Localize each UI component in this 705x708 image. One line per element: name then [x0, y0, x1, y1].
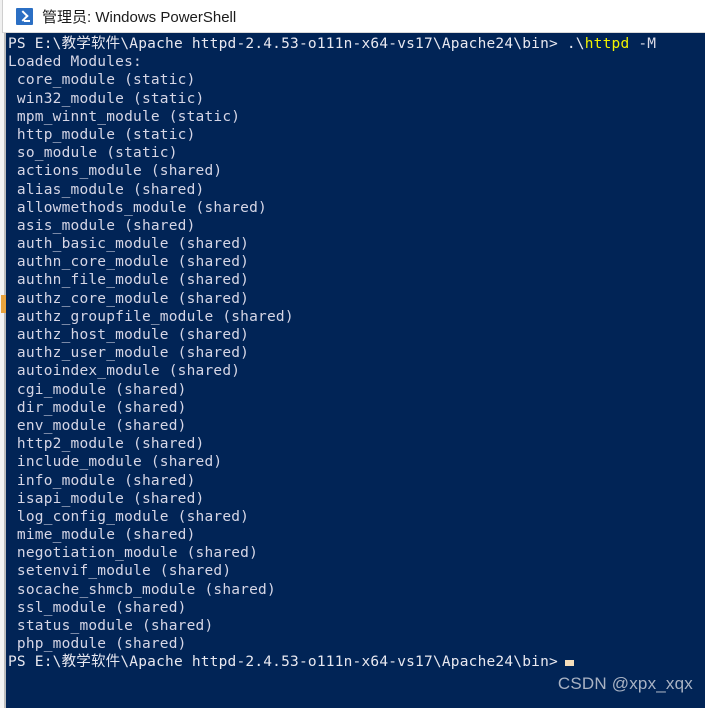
final-prompt-line: PS E:\教学软件\Apache httpd-2.4.53-o111n-x64… — [6, 653, 656, 671]
module-list-item: status_module (shared) — [8, 618, 214, 634]
powershell-window: 管理员: Windows PowerShell PS E:\教学软件\Apach… — [0, 0, 705, 708]
module-list-item: include_module (shared) — [8, 454, 223, 471]
module-list-item: authz_host_module (shared) — [8, 327, 250, 343]
module-list-item: setenvif_module (shared) — [8, 563, 232, 580]
module-list-item: autoindex_module (shared) — [8, 363, 241, 380]
module-list-item: info_module (shared) — [8, 472, 196, 489]
module-list-item: authn_core_module (shared) — [8, 254, 250, 271]
module-list: core_module (static) win32_module (stati… — [6, 71, 656, 653]
module-list-item: env_module (shared) — [8, 417, 187, 434]
command-name: httpd — [584, 36, 630, 52]
command-args: -M — [638, 36, 657, 52]
module-list-item: asis_module (shared) — [8, 217, 196, 234]
console-text: PS E:\教学软件\Apache httpd-2.4.53-o111n-x64… — [6, 33, 656, 672]
csdn-watermark: CSDN @xpx_xqx — [557, 674, 693, 693]
module-list-item: win32_module (static) — [8, 90, 205, 107]
module-list-item: cgi_module (shared) — [8, 381, 187, 398]
module-list-item: allowmethods_module (shared) — [8, 199, 267, 216]
module-list-item: alias_module (shared) — [8, 181, 205, 198]
final-prompt-path: PS E:\教学软件\Apache httpd-2.4.53-o111n-x64… — [8, 654, 558, 671]
module-list-item: log_config_module (shared) — [8, 508, 250, 525]
module-list-item: core_module (static) — [8, 72, 196, 89]
module-list-item: mpm_winnt_module (static) — [8, 108, 241, 125]
titlebar-left-edge — [0, 0, 3, 33]
module-list-item: isapi_module (shared) — [8, 490, 205, 507]
module-list-item: so_module (static) — [8, 145, 178, 162]
module-list-item: auth_basic_module (shared) — [8, 236, 250, 253]
module-list-item: actions_module (shared) — [8, 163, 223, 180]
output-header: Loaded Modules: — [8, 54, 142, 71]
module-list-item: authn_file_module (shared) — [8, 272, 250, 289]
block-cursor-icon — [564, 660, 574, 667]
module-list-item: negotiation_module (shared) — [8, 545, 259, 562]
prompt-path: PS E:\教学软件\Apache httpd-2.4.53-o111n-x64… — [8, 36, 558, 52]
module-list-item: authz_user_module (shared) — [8, 345, 250, 362]
command-prompt-line: PS E:\教学软件\Apache httpd-2.4.53-o111n-x64… — [6, 35, 656, 53]
module-list-item: php_module (shared) — [8, 636, 187, 653]
module-list-item: socache_shmcb_module (shared) — [8, 581, 276, 598]
command-prefix: .\ — [566, 36, 585, 52]
module-list-item: authz_core_module (shared) — [8, 290, 250, 307]
window-title: 管理员: Windows PowerShell — [42, 8, 237, 26]
console-output-area[interactable]: PS E:\教学软件\Apache httpd-2.4.53-o111n-x64… — [6, 33, 705, 708]
powershell-icon — [16, 7, 33, 25]
title-bar[interactable]: 管理员: Windows PowerShell — [0, 0, 705, 33]
module-list-item: authz_groupfile_module (shared) — [8, 308, 294, 325]
module-list-item: dir_module (shared) — [8, 399, 187, 416]
module-list-item: http_module (static) — [8, 126, 196, 143]
module-list-item: ssl_module (shared) — [8, 599, 187, 616]
module-list-item: mime_module (shared) — [8, 527, 196, 544]
module-list-item: http2_module (shared) — [8, 436, 205, 453]
